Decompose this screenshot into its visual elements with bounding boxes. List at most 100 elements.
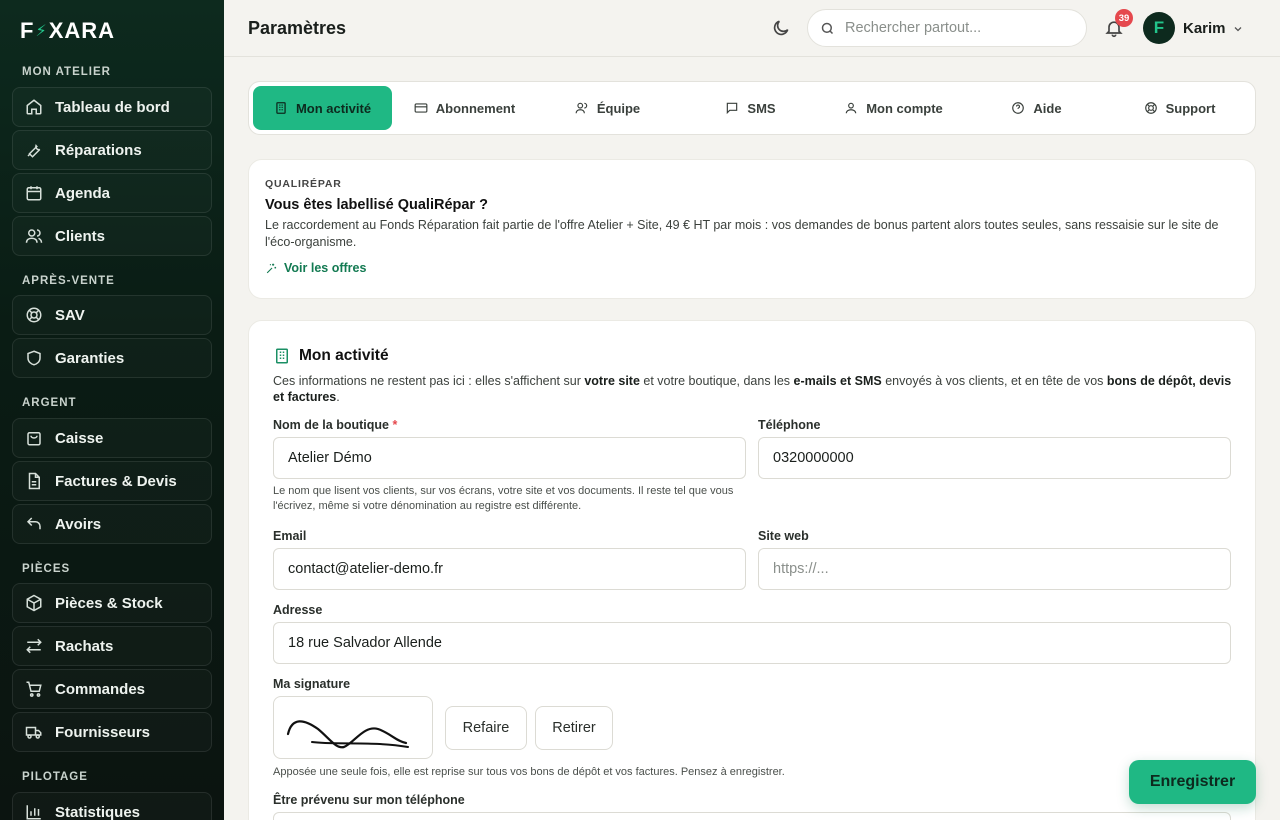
sidebar-item-label: Factures & Devis <box>55 472 177 490</box>
sidebar-item-statistiques[interactable]: Statistiques <box>12 792 212 820</box>
user-name[interactable]: Karim <box>1183 20 1226 37</box>
sidebar-item-avoirs[interactable]: Avoirs <box>12 504 212 544</box>
credit-card-icon <box>414 101 428 115</box>
email-input[interactable] <box>273 548 746 590</box>
sidebar-item-label: Tableau de bord <box>55 98 170 116</box>
sidebar-item-tableau-de-bord[interactable]: Tableau de bord <box>12 87 212 127</box>
building-icon <box>273 347 291 365</box>
activity-heading: Mon activité <box>273 347 389 365</box>
lifebuoy-icon <box>25 306 43 324</box>
website-label: Site web <box>758 529 809 543</box>
wrench-icon <box>25 141 43 159</box>
sidebar-item-label: Statistiques <box>55 803 141 820</box>
sidebar-item-label: Pièces & Stock <box>55 594 163 612</box>
voir-offres-link[interactable]: Voir les offres <box>265 261 366 275</box>
sidebar-item-label: Rachats <box>55 637 114 655</box>
address-input[interactable] <box>273 622 1231 664</box>
sidebar-item-sav[interactable]: SAV <box>12 295 212 335</box>
sidebar-item-label: SAV <box>55 306 85 324</box>
tab-abonnement[interactable]: Abonnement <box>394 86 535 130</box>
notify-phone-label: Être prévenu sur mon téléphone <box>273 793 465 807</box>
tab-equipe[interactable]: Équipe <box>537 86 678 130</box>
sidebar-item-label: Caisse <box>55 429 104 447</box>
tab-support[interactable]: Support <box>1109 86 1250 130</box>
remove-signature-button[interactable]: Retirer <box>535 706 613 750</box>
tab-sms[interactable]: SMS <box>680 86 821 130</box>
tab-label: Aide <box>1033 100 1062 116</box>
avatar[interactable]: F <box>1143 12 1175 44</box>
shop-name-input[interactable] <box>273 437 746 479</box>
qualirepar-card: QUALIRÉPAR Vous êtes labellisé QualiRépa… <box>248 159 1256 299</box>
bar-chart-icon <box>25 803 43 820</box>
section-label-argent: ARGENT <box>22 397 77 409</box>
sidebar-item-fournisseurs[interactable]: Fournisseurs <box>12 712 212 752</box>
sidebar-item-reparations[interactable]: Réparations <box>12 130 212 170</box>
help-icon <box>1011 101 1025 115</box>
sidebar-item-garanties[interactable]: Garanties <box>12 338 212 378</box>
users-icon <box>25 227 43 245</box>
search-icon <box>820 21 835 36</box>
document-icon <box>25 472 43 490</box>
search-bar[interactable] <box>807 9 1087 47</box>
qualirepar-text: Le raccordement au Fonds Réparation fait… <box>265 218 1219 249</box>
qualirepar-label: QUALIRÉPAR <box>265 178 342 190</box>
signature-label: Ma signature <box>273 677 351 691</box>
shield-icon <box>25 349 43 367</box>
chevron-down-icon[interactable] <box>1232 22 1244 34</box>
sidebar-item-commandes[interactable]: Commandes <box>12 669 212 709</box>
activity-title: Mon activité <box>299 347 389 364</box>
activity-card: Mon activité Ces informations ne restent… <box>248 320 1256 820</box>
sparkle-icon <box>265 262 278 275</box>
tab-aide[interactable]: Aide <box>966 86 1107 130</box>
page-title: Paramètres <box>248 18 347 38</box>
moon-icon[interactable] <box>771 18 791 38</box>
voir-offres-label: Voir les offres <box>284 261 367 275</box>
tab-label: Abonnement <box>435 100 516 116</box>
shop-name-label: Nom de la boutique * <box>273 418 398 432</box>
section-label-pieces: PIÈCES <box>22 563 71 575</box>
activity-description: Ces informations ne restent pas ici : el… <box>273 374 1232 404</box>
notify-phone-field[interactable] <box>273 812 1231 820</box>
sidebar-item-clients[interactable]: Clients <box>12 216 212 256</box>
logo[interactable]: F ⚡ XARA <box>20 18 115 44</box>
logo-right: XARA <box>48 18 116 43</box>
building-icon <box>274 101 288 115</box>
qualirepar-title: Vous êtes labellisé QualiRépar ? <box>265 197 488 213</box>
home-icon <box>25 98 43 116</box>
sidebar-item-pieces-stock[interactable]: Pièces & Stock <box>12 583 212 623</box>
cart-icon <box>25 680 43 698</box>
tab-label: Équipe <box>596 100 641 116</box>
sidebar-item-factures-devis[interactable]: Factures & Devis <box>12 461 212 501</box>
user-icon <box>844 101 858 115</box>
sidebar-item-rachats[interactable]: Rachats <box>12 626 212 666</box>
lifebuoy-icon <box>1144 101 1158 115</box>
sidebar-item-caisse[interactable]: Caisse <box>12 418 212 458</box>
section-label-apres-vente: APRÈS-VENTE <box>22 275 115 287</box>
signature-help: Apposée une seule fois, elle est reprise… <box>273 766 785 778</box>
tab-label: Mon compte <box>866 100 943 116</box>
truck-icon <box>25 723 43 741</box>
phone-label: Téléphone <box>758 418 821 432</box>
sidebar-item-agenda[interactable]: Agenda <box>12 173 212 213</box>
sidebar-item-label: Commandes <box>55 680 146 698</box>
website-input[interactable] <box>758 548 1231 590</box>
signature-pad[interactable] <box>273 696 433 759</box>
shop-name-help: Le nom que lisent vos clients, sur vos é… <box>273 485 734 512</box>
box-icon <box>25 594 43 612</box>
sidebar-item-label: Avoirs <box>55 515 102 533</box>
tab-mon-compte[interactable]: Mon compte <box>823 86 964 130</box>
save-button[interactable]: Enregistrer <box>1129 760 1256 804</box>
sidebar-item-label: Clients <box>55 227 106 245</box>
calendar-icon <box>25 184 43 202</box>
team-icon <box>575 101 589 115</box>
tab-label: Mon activité <box>295 100 372 116</box>
sidebar: F ⚡ XARA MON ATELIER Tableau de bord Répar… <box>0 0 224 820</box>
search-input[interactable] <box>845 20 1065 36</box>
tab-mon-activite[interactable]: Mon activité <box>253 86 392 130</box>
phone-input[interactable] <box>758 437 1231 479</box>
sidebar-item-label: Agenda <box>55 184 111 202</box>
bolt-icon: ⚡ <box>35 23 48 40</box>
redo-signature-button[interactable]: Refaire <box>445 706 527 750</box>
message-icon <box>725 101 739 115</box>
notification-badge: 39 <box>1115 9 1133 27</box>
